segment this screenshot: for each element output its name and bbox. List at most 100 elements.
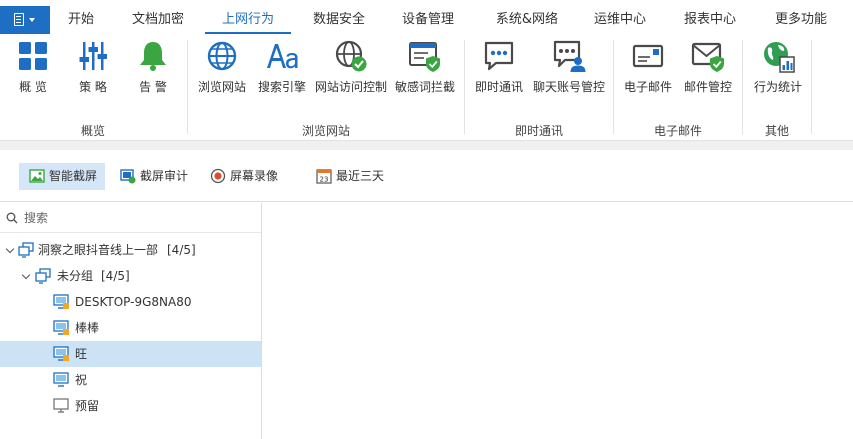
chat-bubble-icon: [484, 41, 514, 71]
tree-node-computer[interactable]: 祝: [0, 367, 261, 393]
tree-node-computer-offline[interactable]: 预留: [0, 393, 261, 419]
toolbar: 智能截屏 截屏审计 屏幕录像 23 最近三天: [0, 150, 853, 202]
tab-data-security[interactable]: 数据安全: [303, 8, 375, 34]
email-label: 电子邮件: [623, 80, 672, 94]
sensitive-word-block-button[interactable]: 敏感词拦截: [392, 36, 458, 100]
tree-node-root-group[interactable]: 洞察之眼抖音线上一部 [4/5]: [0, 237, 261, 263]
screen-recording-label: 屏幕录像: [230, 169, 279, 183]
search-icon: [6, 212, 18, 224]
group-divider: [464, 40, 465, 134]
screen-audit-icon: [120, 169, 136, 184]
device-tree-panel: 洞察之眼抖音线上一部 [4/5] 未分组 [4/5] DESKTOP-9G8NA…: [0, 203, 262, 439]
chevron-down-icon: [29, 18, 35, 22]
document-icon: [14, 13, 24, 26]
tab-device-management[interactable]: 设备管理: [392, 8, 464, 34]
sensitive-word-block-label: 敏感词拦截: [394, 80, 455, 94]
tree-node-ungrouped[interactable]: 未分组 [4/5]: [0, 263, 261, 289]
group-divider: [613, 40, 614, 134]
globe-check-icon: [335, 40, 367, 72]
tree-node-label: 未分组: [57, 269, 94, 283]
tab-operations-center[interactable]: 运维中心: [584, 8, 656, 34]
globe-stats-icon: [764, 42, 795, 73]
overview-grid-icon: [19, 42, 47, 70]
calendar-icon: 23: [316, 169, 332, 184]
tree-node-count: [4/5]: [101, 269, 130, 283]
policy-button[interactable]: 策 略: [68, 36, 118, 100]
smart-screenshot-button[interactable]: 智能截屏: [19, 163, 106, 190]
tree-node-count: [4/5]: [167, 243, 196, 257]
tree-node-label: 旺: [75, 347, 88, 361]
search-engine-button[interactable]: 搜索引擎: [254, 36, 310, 100]
computer-online-icon: [53, 372, 69, 387]
search-input[interactable]: [24, 208, 244, 228]
chat-account-control-button[interactable]: 聊天账号管控: [530, 36, 608, 100]
screen-recording-button[interactable]: 屏幕录像: [200, 163, 286, 190]
picture-icon: [29, 169, 45, 183]
computer-group-icon: [35, 268, 51, 284]
group-divider: [187, 40, 188, 134]
tree-search: [0, 203, 261, 233]
tree-node-label: 预留: [75, 399, 100, 413]
menu-bar: 开始 文档加密 上网行为 数据安全 设备管理 系统&网络 运维中心 报表中心 更…: [0, 0, 853, 36]
record-icon: [210, 168, 226, 184]
tree-node-label: 棒棒: [75, 321, 100, 335]
app-menu-button[interactable]: [0, 6, 50, 34]
window-shield-icon: [409, 42, 440, 72]
computer-online-icon: [53, 320, 69, 335]
group-divider: [742, 40, 743, 134]
instant-messaging-label: 即时通讯: [474, 80, 523, 94]
group-divider: [811, 40, 812, 134]
tree-node-computer[interactable]: DESKTOP-9G8NA80: [0, 289, 261, 315]
tab-start[interactable]: 开始: [58, 8, 104, 34]
tab-document-encryption[interactable]: 文档加密: [122, 8, 194, 34]
ribbon-separator: [0, 140, 853, 150]
tree-node-computer[interactable]: 棒棒: [0, 315, 261, 341]
computer-online-icon: [53, 294, 69, 309]
instant-messaging-button[interactable]: 即时通讯: [472, 36, 526, 100]
tab-internet-behavior[interactable]: 上网行为: [205, 8, 291, 34]
policy-sliders-icon: [79, 42, 107, 70]
behavior-stats-button[interactable]: 行为统计: [750, 36, 806, 100]
tree-node-label: 洞察之眼抖音线上一部: [38, 243, 159, 257]
chevron-down-icon[interactable]: [6, 237, 16, 263]
last-three-days-dropdown[interactable]: 23 最近三天: [306, 163, 392, 190]
group-label-other: 其他: [764, 124, 789, 138]
tab-system-network[interactable]: 系统&网络: [482, 8, 572, 34]
group-label-overview: 概览: [80, 124, 105, 138]
tree-node-label: 祝: [75, 373, 88, 387]
chat-account-control-label: 聊天账号管控: [532, 80, 605, 94]
browse-websites-button[interactable]: 浏览网站: [194, 36, 250, 100]
website-access-control-label: 网站访问控制: [314, 80, 387, 94]
policy-label: 策 略: [79, 80, 107, 94]
tree-node-computer-selected[interactable]: 旺: [0, 341, 261, 367]
email-icon: [632, 44, 664, 68]
smart-screenshot-label: 智能截屏: [49, 169, 98, 183]
group-label-email: 电子邮件: [653, 124, 702, 138]
email-button[interactable]: 电子邮件: [620, 36, 676, 100]
chevron-down-icon[interactable]: [22, 263, 32, 289]
email-control-button[interactable]: 邮件管控: [680, 36, 736, 100]
calendar-day: 23: [320, 176, 329, 184]
group-label-instant-messaging: 即时通讯: [514, 124, 563, 138]
computer-online-icon: [53, 346, 69, 361]
last-three-days-label: 最近三天: [336, 169, 385, 183]
group-label-browse-websites: 浏览网站: [301, 124, 350, 138]
globe-icon: [207, 41, 237, 71]
screenshot-audit-label: 截屏审计: [140, 169, 189, 183]
computer-offline-icon: [53, 398, 69, 413]
screenshot-audit-button[interactable]: 截屏审计: [110, 163, 196, 190]
computer-group-icon: [18, 242, 34, 258]
overview-button[interactable]: 概 览: [8, 36, 58, 100]
website-access-control-button[interactable]: 网站访问控制: [312, 36, 390, 100]
chat-user-icon: [553, 40, 586, 72]
tree-node-label: DESKTOP-9G8NA80: [75, 295, 192, 309]
alarm-label: 告 警: [139, 80, 167, 94]
search-engine-label: 搜索引擎: [257, 80, 306, 94]
content-panel: [262, 203, 853, 439]
alarm-button[interactable]: 告 警: [128, 36, 178, 100]
tab-report-center[interactable]: 报表中心: [674, 8, 746, 34]
tab-more-functions[interactable]: 更多功能: [765, 8, 837, 34]
browse-websites-label: 浏览网站: [197, 80, 246, 94]
alarm-bell-icon: [140, 42, 166, 71]
behavior-stats-label: 行为统计: [753, 80, 802, 94]
